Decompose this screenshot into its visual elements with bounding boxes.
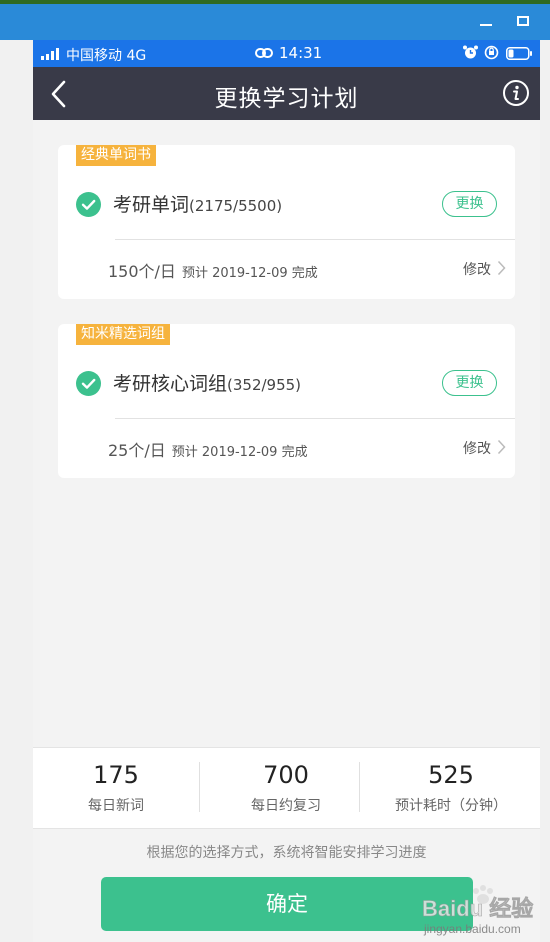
- plan-name: 考研核心词组(352/955): [113, 369, 301, 396]
- modify-link[interactable]: 修改: [463, 438, 491, 458]
- stat-value: 175: [93, 761, 139, 789]
- minimize-icon[interactable]: [480, 24, 492, 26]
- maximize-icon[interactable]: [517, 16, 529, 26]
- plan-tag: 经典单词书: [76, 145, 156, 166]
- baidu-watermark-logo: Baidu 经验 jingyan.baidu.com: [422, 885, 534, 936]
- chevron-right-icon[interactable]: [497, 260, 506, 276]
- confirm-button[interactable]: 确定: [101, 877, 473, 931]
- stat-divider: [199, 762, 200, 812]
- alarm-icon: [463, 45, 478, 59]
- change-plan-button[interactable]: 更换: [442, 191, 497, 217]
- change-plan-button[interactable]: 更换: [442, 370, 497, 396]
- finish-estimate: 预计 2019-12-09 完成: [171, 445, 308, 460]
- stat-value: 525: [428, 761, 474, 789]
- finish-estimate: 预计 2019-12-09 完成: [181, 266, 318, 281]
- stat-time: 525 预计耗时（分钟）: [368, 748, 534, 830]
- page-title: 更换学习计划: [214, 86, 359, 112]
- carrier-label: 中国移动 4G: [66, 48, 147, 64]
- chevron-right-icon[interactable]: [497, 439, 506, 455]
- stat-value: 700: [263, 761, 309, 789]
- rotation-lock-icon: [484, 45, 499, 60]
- modify-link[interactable]: 修改: [463, 259, 491, 279]
- stat-review: 700 每日约复习: [203, 748, 369, 830]
- daily-count-value: 150个/日: [108, 262, 176, 281]
- watermark-url: jingyan.baidu.com: [423, 922, 521, 936]
- check-circle-icon[interactable]: [76, 192, 101, 217]
- plan-title: 考研单词: [113, 194, 190, 216]
- daily-target: 25个/日 预计 2019-12-09 完成: [108, 437, 308, 461]
- phone-screen: 中国移动 4G 14:31 更换学习计划 经典单词书 考研单词(2175/550…: [33, 40, 540, 942]
- status-bar: 中国移动 4G 14:31: [33, 40, 540, 67]
- daily-count-value: 25个/日: [108, 441, 166, 460]
- status-time: 14:31: [279, 44, 323, 62]
- battery-icon: [506, 47, 532, 60]
- left-gutter: [0, 40, 33, 942]
- info-icon[interactable]: [502, 79, 530, 107]
- stat-label: 预计耗时（分钟）: [395, 798, 507, 814]
- link-icon: [255, 48, 273, 58]
- card-divider: [115, 239, 515, 240]
- signal-icon: [41, 48, 63, 60]
- plan-card: 知米精选词组 考研核心词组(352/955) 更换 25个/日 预计 2019-1…: [58, 324, 515, 478]
- stat-label: 每日约复习: [251, 798, 321, 814]
- plan-progress: (2175/5500): [189, 197, 283, 215]
- plan-tag: 知米精选词组: [76, 324, 170, 345]
- stat-label: 每日新词: [88, 798, 144, 814]
- stat-divider: [359, 762, 360, 812]
- hint-text: 根据您的选择方式，系统将智能安排学习进度: [146, 845, 427, 861]
- plan-card: 经典单词书 考研单词(2175/5500) 更换 150个/日 预计 2019-1…: [58, 145, 515, 299]
- plan-progress: (352/955): [227, 376, 302, 394]
- stat-new-words: 175 每日新词: [33, 748, 199, 830]
- plan-title: 考研核心词组: [113, 373, 228, 395]
- plan-name: 考研单词(2175/5500): [113, 190, 282, 217]
- daily-target: 150个/日 预计 2019-12-09 完成: [108, 258, 318, 282]
- right-gutter: [540, 40, 550, 942]
- nav-bar: 更换学习计划: [33, 67, 540, 120]
- card-divider: [115, 418, 515, 419]
- watermark-brand: Baidu 经验: [422, 896, 533, 921]
- window-title-bar: [0, 4, 550, 40]
- check-circle-icon[interactable]: [76, 371, 101, 396]
- stats-panel: 175 每日新词 700 每日约复习 525 预计耗时（分钟）: [33, 747, 540, 829]
